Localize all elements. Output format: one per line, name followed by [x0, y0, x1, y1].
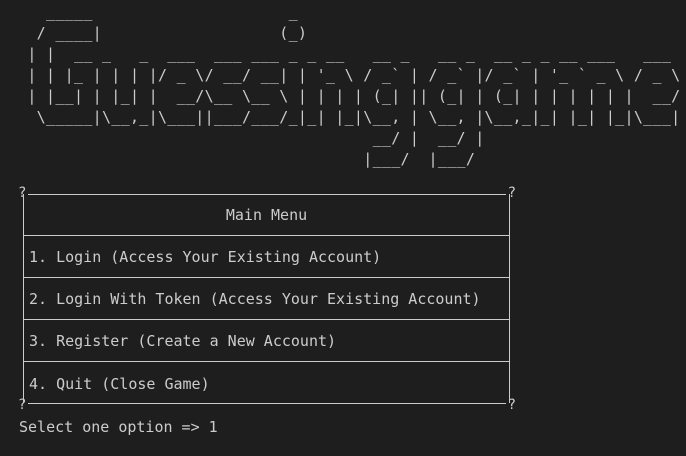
- prompt-input-value[interactable]: 1: [209, 418, 218, 436]
- main-menu-table: Main Menu 1. Login (Access Your Existing…: [23, 194, 510, 403]
- ascii-banner-guessing-game: _____ _ / ____| (_) | | __ _ _ ___ ___ _…: [27, 3, 681, 168]
- menu-option-login: 1. Login (Access Your Existing Account): [24, 236, 509, 278]
- main-menu-header: Main Menu: [24, 194, 509, 236]
- menu-option-register: 3. Register (Create a New Account): [24, 320, 509, 362]
- terminal-window[interactable]: _____ _ / ____| (_) | | __ _ _ ___ ___ _…: [0, 0, 686, 456]
- main-menu-frame: ? ? ? ? Main Menu 1. Login (Access Your …: [18, 186, 516, 412]
- option-prompt-line[interactable]: Select one option => 1: [19, 415, 218, 439]
- menu-option-login-with-token: 2. Login With Token (Access Your Existin…: [24, 278, 509, 320]
- prompt-label: Select one option =>: [19, 418, 209, 436]
- menu-option-quit: 4. Quit (Close Game): [29, 375, 210, 393]
